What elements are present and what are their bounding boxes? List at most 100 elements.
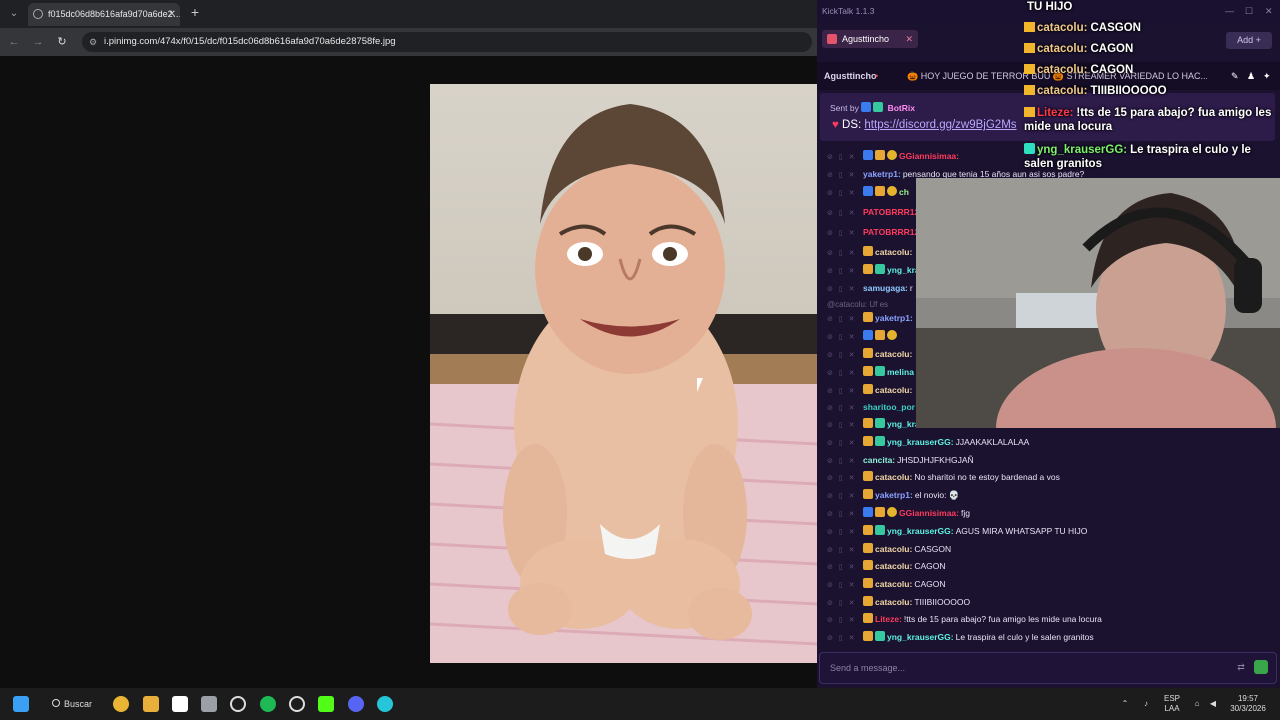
chat-username[interactable]: catacolu: <box>875 247 912 257</box>
forward-icon[interactable]: → <box>30 34 46 50</box>
browser-tab-bar: ⌄ f015dc06d8b616afa9d70a6de2… ✕ + <box>0 0 817 28</box>
mod-actions-icon[interactable]: ⊘ ▯ ✕ <box>827 401 863 417</box>
chat-username[interactable]: melina <box>887 367 914 377</box>
chat-username[interactable]: samugaga: <box>863 283 908 293</box>
tab-search-icon[interactable]: ⌄ <box>6 6 22 22</box>
kick-app-icon[interactable] <box>318 696 334 712</box>
mod-actions-icon[interactable]: ⊘ ▯ ✕ <box>827 384 863 400</box>
chat-username[interactable]: yaketrp1: <box>875 490 913 500</box>
new-tab-button[interactable]: + <box>188 4 202 20</box>
mod-actions-icon[interactable]: ⊘ ▯ ✕ <box>827 560 863 576</box>
back-icon[interactable]: ← <box>6 34 22 50</box>
chat-username[interactable]: catacolu: <box>875 349 912 359</box>
browser-nav-bar: ← → ↻ ⚙ i.pinimg.com/474x/f0/15/dc/f015d… <box>0 28 817 56</box>
chat-username[interactable]: yaketrp1: <box>875 313 913 323</box>
mod-actions-icon[interactable]: ⊘ ▯ ✕ <box>827 168 863 184</box>
chat-username[interactable]: PATOBRRR12 <box>863 207 919 217</box>
chat-username[interactable]: catacolu: <box>875 579 912 589</box>
close-tab-icon[interactable]: ✕ <box>168 3 176 26</box>
chat-username[interactable]: sharitoo_por <box>863 402 915 412</box>
mod-actions-icon[interactable]: ⊘ ▯ ✕ <box>827 264 863 280</box>
chat-username[interactable]: yaketrp1: <box>863 169 901 179</box>
channel-tab[interactable]: Agusttincho ✕ <box>822 30 918 48</box>
mod-actions-icon[interactable]: ⊘ ▯ ✕ <box>827 330 863 346</box>
mod-actions-icon[interactable]: ⊘ ▯ ✕ <box>827 507 863 523</box>
discord-icon[interactable] <box>348 696 364 712</box>
chat-message: ⊘ ▯ ✕ sharitoo_por <box>827 399 917 415</box>
emote-icon[interactable] <box>1254 660 1268 674</box>
mod-actions-icon[interactable]: ⊘ ▯ ✕ <box>827 418 863 434</box>
chat-username[interactable]: yng_krauserGG: <box>887 526 954 536</box>
chat-username[interactable]: cancita: <box>863 455 895 465</box>
chat-username[interactable]: catacolu: <box>875 472 912 482</box>
chrome-icon[interactable] <box>113 696 129 712</box>
mod-actions-icon[interactable]: ⊘ ▯ ✕ <box>827 312 863 328</box>
mod-actions-icon[interactable]: ⊘ ▯ ✕ <box>827 436 863 452</box>
tray-chevron-icon[interactable]: ⌃ <box>1120 699 1130 709</box>
blue-badge-icon <box>863 150 873 160</box>
overlay-text: CASGON <box>1090 22 1141 34</box>
mod-actions-icon[interactable]: ⊘ ▯ ✕ <box>827 631 863 647</box>
mod-actions-icon[interactable]: ⊘ ▯ ✕ <box>827 471 863 487</box>
mod-actions-icon[interactable]: ⊘ ▯ ✕ <box>827 489 863 505</box>
clock[interactable]: 19:57 30/3/2026 <box>1226 694 1270 714</box>
discord-link[interactable]: https://discord.gg/zw9BjG2Ms <box>864 119 1016 131</box>
browser-tab[interactable]: f015dc06d8b616afa9d70a6de2… ✕ <box>28 3 180 26</box>
chat-username[interactable]: catacolu: <box>875 544 912 554</box>
mod-actions-icon[interactable]: ⊘ ▯ ✕ <box>827 543 863 559</box>
gold-badge-icon <box>887 507 897 517</box>
stream-chat-overlay: TU HIJO catacolu: CASGON catacolu: CAGON cata… <box>1020 0 1280 178</box>
network-icon[interactable]: ⌂ <box>1192 699 1202 709</box>
search-button[interactable]: Buscar <box>44 694 102 714</box>
address-bar[interactable]: ⚙ i.pinimg.com/474x/f0/15/dc/f015dc06d8b… <box>82 32 812 52</box>
windows-start-icon[interactable] <box>13 696 29 712</box>
crown-icon <box>1024 43 1035 53</box>
chat-username[interactable]: yng_krauserGG: <box>887 437 954 447</box>
chat-username[interactable]: GGiannisimaa: <box>899 508 959 518</box>
clock-time: 19:57 <box>1237 694 1259 703</box>
crown-badge-icon <box>863 246 873 256</box>
file-explorer-icon[interactable] <box>143 696 159 712</box>
mod-actions-icon[interactable]: ⊘ ▯ ✕ <box>827 186 863 202</box>
mod-actions-icon[interactable]: ⊘ ▯ ✕ <box>827 366 863 382</box>
mic-icon[interactable]: ♪ <box>1141 699 1151 709</box>
overlay-line: catacolu: TIIIBIIOOOOO <box>1024 84 1274 98</box>
chat-username[interactable]: yng_krauserGG: <box>887 632 954 642</box>
chat-username[interactable]: catacolu: <box>875 561 912 571</box>
chat-username[interactable]: PATOBRRR12 <box>863 227 919 237</box>
volume-icon[interactable]: ◀ <box>1208 699 1218 709</box>
chat-username[interactable]: Liteze: <box>875 614 902 624</box>
mod-actions-icon[interactable]: ⊘ ▯ ✕ <box>827 613 863 629</box>
mod-actions-icon[interactable]: ⊘ ▯ ✕ <box>827 348 863 364</box>
reload-icon[interactable]: ↻ <box>54 34 70 50</box>
mod-actions-icon[interactable]: ⊘ ▯ ✕ <box>827 150 863 166</box>
site-info-icon[interactable]: ⚙ <box>89 32 97 52</box>
overlay-username: catacolu: <box>1037 85 1088 97</box>
close-channel-icon[interactable]: ✕ <box>905 30 913 48</box>
mod-actions-icon[interactable]: ⊘ ▯ ✕ <box>827 206 863 222</box>
chat-username[interactable]: catacolu: <box>875 597 912 607</box>
chat-username[interactable]: GGiannisimaa: <box>899 151 959 161</box>
mod-actions-icon[interactable]: ⊘ ▯ ✕ <box>827 525 863 541</box>
mod-actions-icon[interactable]: ⊘ ▯ ✕ <box>827 282 863 298</box>
edge-icon[interactable] <box>377 696 393 712</box>
overlay-username: yng_krauserGG: <box>1037 144 1128 156</box>
chat-username[interactable]: catacolu: <box>875 385 912 395</box>
obs-icon[interactable] <box>289 696 305 712</box>
snipping-icon[interactable] <box>201 696 217 712</box>
mod-actions-icon[interactable]: ⊘ ▯ ✕ <box>827 578 863 594</box>
green-badge-icon <box>875 264 885 274</box>
crown-badge-icon <box>863 525 873 535</box>
mod-actions-icon[interactable]: ⊘ ▯ ✕ <box>827 454 863 470</box>
notion-icon[interactable] <box>172 696 188 712</box>
chat-username[interactable]: ch <box>899 187 909 197</box>
spotify-icon[interactable] <box>260 696 276 712</box>
mod-actions-icon[interactable]: ⊘ ▯ ✕ <box>827 596 863 612</box>
language-indicator[interactable]: ESP LAA <box>1160 694 1184 714</box>
mod-actions-icon[interactable]: ⊘ ▯ ✕ <box>827 246 863 262</box>
chatgpt-icon[interactable] <box>230 696 246 712</box>
mod-actions-icon[interactable]: ⊘ ▯ ✕ <box>827 226 863 242</box>
overlay-text: CAGON <box>1090 43 1134 55</box>
translate-icon[interactable]: ⇄ <box>1234 660 1248 674</box>
message-input[interactable]: Send a message... ⇄ <box>819 652 1277 684</box>
